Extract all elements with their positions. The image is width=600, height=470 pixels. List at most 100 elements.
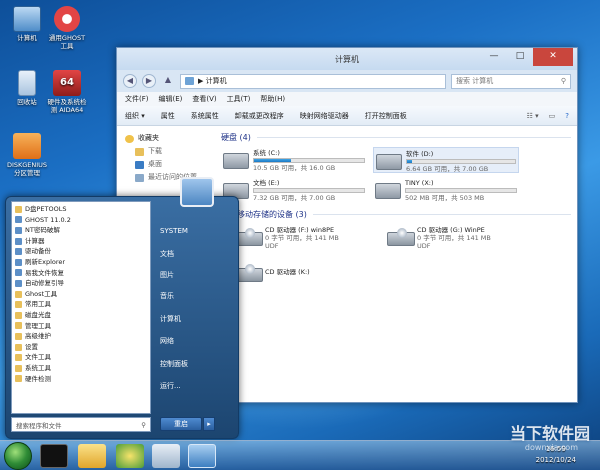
- program-label: 系统工具: [25, 363, 51, 372]
- drive-space: 10.5 GB 可用，共 16.0 GB: [253, 164, 336, 172]
- map-drive-button[interactable]: 映射网络驱动器: [300, 111, 349, 121]
- app-icon[interactable]: [116, 444, 144, 468]
- drive-filesystem: UDF: [417, 242, 431, 250]
- start-item-network[interactable]: 网络: [160, 336, 174, 346]
- hard-drive-icon: [375, 183, 401, 199]
- program-item[interactable]: 管理工具: [15, 321, 147, 332]
- drive-d[interactable]: 软件 (D:) 6.64 GB 可用，共 7.00 GB: [373, 147, 519, 173]
- address-input[interactable]: ▶ 计算机: [180, 73, 446, 89]
- drive-x[interactable]: TINY (X:) 502 MB 可用，共 503 MB: [373, 177, 519, 203]
- drive-space: 6.64 GB 可用，共 7.00 GB: [406, 165, 489, 173]
- program-item[interactable]: NT密码破解: [15, 225, 147, 236]
- maximize-button[interactable]: □: [507, 48, 533, 66]
- computer-window-icon[interactable]: [188, 444, 216, 468]
- drive-name: 系统 (C:): [253, 149, 280, 157]
- drive-name: 软件 (D:): [406, 150, 434, 158]
- program-label: 刷新Explorer: [25, 257, 66, 266]
- program-item[interactable]: Ghost工具: [15, 289, 147, 300]
- address-bar: ◀ ▶ ▲ ▶ 计算机 搜索 计算机 ⚲: [117, 70, 577, 92]
- start-search-input[interactable]: 搜索程序和文件 ⚲: [11, 417, 151, 432]
- close-button[interactable]: ✕: [533, 48, 573, 66]
- program-item[interactable]: 高级维护: [15, 331, 147, 342]
- program-item[interactable]: 磁盘光盘: [15, 310, 147, 321]
- shutdown-options-button[interactable]: ▸: [203, 417, 215, 431]
- menu-tools[interactable]: 工具(T): [227, 94, 251, 104]
- preview-pane-icon[interactable]: ▭: [549, 112, 556, 120]
- program-item[interactable]: 系统工具: [15, 363, 147, 374]
- computer-icon: [13, 6, 41, 32]
- program-item[interactable]: 计算器: [15, 236, 147, 247]
- start-item-system[interactable]: SYSTEM: [160, 227, 188, 235]
- sidebar-item-favorites[interactable]: 收藏夹: [121, 132, 205, 145]
- program-item[interactable]: 易我文件恢复: [15, 268, 147, 279]
- aida64-icon: 64: [53, 70, 81, 96]
- drive-f[interactable]: CD 驱动器 (F:) win8PE 0 字节 可用，共 141 MB UDF: [233, 224, 379, 256]
- back-button[interactable]: ◀: [123, 74, 137, 88]
- folder-icon: [135, 147, 144, 156]
- up-button[interactable]: ▲: [161, 74, 175, 88]
- menu-bar: 文件(F) 编辑(E) 查看(V) 工具(T) 帮助(H): [117, 92, 577, 106]
- desktop-icon-ghost[interactable]: 通用GHOST 工具: [40, 6, 94, 50]
- program-item[interactable]: 刷新Explorer: [15, 257, 147, 268]
- program-item[interactable]: 驱动备份: [15, 246, 147, 257]
- drive-e[interactable]: 文档 (E:) 7.32 GB 可用，共 7.00 GB: [221, 177, 367, 203]
- sidebar-item-downloads[interactable]: 下载: [121, 145, 205, 158]
- program-item[interactable]: GHOST 11.0.2: [15, 215, 147, 226]
- search-icon: ⚲: [560, 77, 566, 85]
- drive-c[interactable]: 系统 (C:) 10.5 GB 可用，共 16.0 GB: [221, 147, 367, 173]
- menu-help[interactable]: 帮助(H): [260, 94, 285, 104]
- program-icon: [15, 248, 22, 256]
- minimize-button[interactable]: —: [481, 48, 507, 66]
- program-label: 文件工具: [25, 353, 51, 362]
- view-options-icon[interactable]: ☷ ▾: [527, 112, 539, 120]
- folder-icon: [15, 364, 22, 372]
- start-item-music[interactable]: 音乐: [160, 291, 174, 301]
- drive-g[interactable]: CD 驱动器 (G:) WinPE 0 字节 可用，共 141 MB UDF: [385, 224, 531, 256]
- ghost-icon: [54, 6, 80, 32]
- properties-button[interactable]: 属性: [161, 111, 175, 121]
- search-input[interactable]: 搜索 计算机 ⚲: [451, 73, 571, 89]
- program-item[interactable]: 常用工具: [15, 299, 147, 310]
- program-item[interactable]: D盘PETOOLS: [15, 204, 147, 215]
- program-icon: [15, 237, 22, 245]
- start-item-pictures[interactable]: 图片: [160, 270, 174, 280]
- program-item[interactable]: 自动修复引导: [15, 278, 147, 289]
- start-item-computer[interactable]: 计算机: [160, 314, 181, 324]
- cmd-icon[interactable]: [40, 444, 68, 468]
- taskbar: 16:59 2012/10/24: [0, 440, 600, 470]
- program-list: D盘PETOOLS GHOST 11.0.2 NT密码破解 计算器 驱动备份 刷新Expl…: [11, 201, 151, 414]
- menu-edit[interactable]: 编辑(E): [159, 94, 183, 104]
- start-item-run[interactable]: 运行...: [160, 381, 181, 391]
- desktop-icon-aida64[interactable]: 64 硬件及系统检 测 AIDA64: [40, 70, 94, 114]
- organize-button[interactable]: 组织 ▾: [125, 111, 145, 121]
- start-item-documents[interactable]: 文档: [160, 249, 174, 259]
- drive-k[interactable]: CD 驱动器 (K:): [233, 260, 379, 286]
- recycle-bin-icon: [18, 70, 36, 96]
- clock-date: 2012/10/24: [535, 456, 576, 464]
- hard-disks-heading-text: 硬盘 (4): [221, 133, 251, 142]
- program-label: 管理工具: [25, 321, 51, 330]
- menu-view[interactable]: 查看(V): [192, 94, 216, 104]
- program-item[interactable]: 设置: [15, 342, 147, 353]
- start-menu: D盘PETOOLS GHOST 11.0.2 NT密码破解 计算器 驱动备份 刷新Expl…: [5, 177, 239, 439]
- program-label: 设置: [25, 342, 38, 351]
- uninstall-button[interactable]: 卸载或更改程序: [235, 111, 284, 121]
- program-item[interactable]: 文件工具: [15, 352, 147, 363]
- forward-button[interactable]: ▶: [142, 74, 156, 88]
- menu-file[interactable]: 文件(F): [125, 94, 149, 104]
- restart-button[interactable]: 重启: [160, 417, 202, 431]
- program-item[interactable]: 硬件检测: [15, 374, 147, 385]
- start-button[interactable]: [4, 442, 32, 470]
- explorer-icon[interactable]: [78, 444, 106, 468]
- help-icon[interactable]: ?: [565, 112, 569, 120]
- hard-disk-list: 系统 (C:) 10.5 GB 可用，共 16.0 GB 软件 (D:) 6.6…: [215, 147, 571, 203]
- command-bar: 组织 ▾ 属性 系统属性 卸载或更改程序 映射网络驱动器 打开控制面板 ☷ ▾ …: [117, 106, 577, 126]
- control-panel-button[interactable]: 打开控制面板: [365, 111, 407, 121]
- system-properties-button[interactable]: 系统属性: [191, 111, 219, 121]
- sidebar-item-desktop[interactable]: 桌面: [121, 158, 205, 171]
- usage-bar: [253, 188, 365, 193]
- removable-list: CD 驱动器 (F:) win8PE 0 字节 可用，共 141 MB UDF …: [215, 224, 571, 286]
- start-item-control-panel[interactable]: 控制面板: [160, 359, 188, 369]
- desktop-icon-diskgenius[interactable]: DISKGENIUS 分区管理: [0, 133, 54, 177]
- tool-icon[interactable]: [152, 444, 180, 468]
